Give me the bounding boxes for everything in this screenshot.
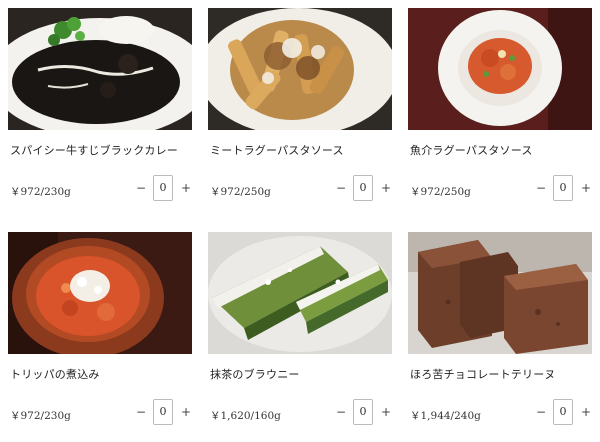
product-name[interactable]: トリッパの煮込み xyxy=(10,366,100,382)
product-name[interactable]: 魚介ラグーパスタソース xyxy=(410,142,533,158)
increment-button[interactable]: + xyxy=(179,401,193,423)
product-card: 抹茶のブラウニー ￥1,620/160g − 0 + xyxy=(208,232,392,442)
increment-button[interactable]: + xyxy=(179,177,193,199)
quantity-stepper: − 0 + xyxy=(334,397,392,427)
decrement-button[interactable]: − xyxy=(334,401,348,423)
quantity-input[interactable]: 0 xyxy=(553,399,573,425)
product-price: ￥972/250g xyxy=(410,186,471,198)
decrement-button[interactable]: − xyxy=(334,177,348,199)
increment-button[interactable]: + xyxy=(379,401,393,423)
product-price: ￥972/230g xyxy=(10,186,71,198)
quantity-stepper: − 0 + xyxy=(134,173,192,203)
product-photo-trippa-stew[interactable] xyxy=(8,232,192,354)
product-photo-black-curry[interactable] xyxy=(8,8,192,130)
product-photo-matcha-brownie[interactable] xyxy=(208,232,392,354)
product-card: トリッパの煮込み ￥972/230g − 0 + xyxy=(8,232,192,442)
product-photo-chocolate-terrine[interactable] xyxy=(408,232,592,354)
product-photo-meat-ragu-pasta[interactable] xyxy=(208,8,392,130)
quantity-stepper: − 0 + xyxy=(534,173,592,203)
quantity-input[interactable]: 0 xyxy=(553,175,573,201)
product-photo-seafood-ragu-pasta[interactable] xyxy=(408,8,592,130)
increment-button[interactable]: + xyxy=(579,177,593,199)
quantity-stepper: − 0 + xyxy=(334,173,392,203)
product-card: ミートラグーパスタソース ￥972/250g − 0 + xyxy=(208,8,392,218)
product-name[interactable]: 抹茶のブラウニー xyxy=(210,366,300,382)
product-price: ￥1,620/160g xyxy=(210,410,281,422)
increment-button[interactable]: + xyxy=(379,177,393,199)
quantity-input[interactable]: 0 xyxy=(153,175,173,201)
quantity-input[interactable]: 0 xyxy=(353,175,373,201)
product-card: スパイシー牛すじブラックカレー ￥972/230g − 0 + xyxy=(8,8,192,218)
product-name[interactable]: ほろ苦チョコレートテリーヌ xyxy=(410,366,556,382)
product-card: 魚介ラグーパスタソース ￥972/250g − 0 + xyxy=(408,8,592,218)
quantity-input[interactable]: 0 xyxy=(353,399,373,425)
product-price: ￥972/250g xyxy=(210,186,271,198)
product-price: ￥972/230g xyxy=(10,410,71,422)
increment-button[interactable]: + xyxy=(579,401,593,423)
product-name[interactable]: スパイシー牛すじブラックカレー xyxy=(10,142,178,158)
decrement-button[interactable]: − xyxy=(134,177,148,199)
quantity-input[interactable]: 0 xyxy=(153,399,173,425)
quantity-stepper: − 0 + xyxy=(534,397,592,427)
decrement-button[interactable]: − xyxy=(534,177,548,199)
decrement-button[interactable]: − xyxy=(134,401,148,423)
product-price: ￥1,944/240g xyxy=(410,410,481,422)
quantity-stepper: − 0 + xyxy=(134,397,192,427)
decrement-button[interactable]: − xyxy=(534,401,548,423)
product-card: ほろ苦チョコレートテリーヌ ￥1,944/240g − 0 + xyxy=(408,232,592,442)
product-name[interactable]: ミートラグーパスタソース xyxy=(210,142,344,158)
product-grid: スパイシー牛すじブラックカレー ￥972/230g − 0 + ミートラグーパス… xyxy=(0,0,600,431)
